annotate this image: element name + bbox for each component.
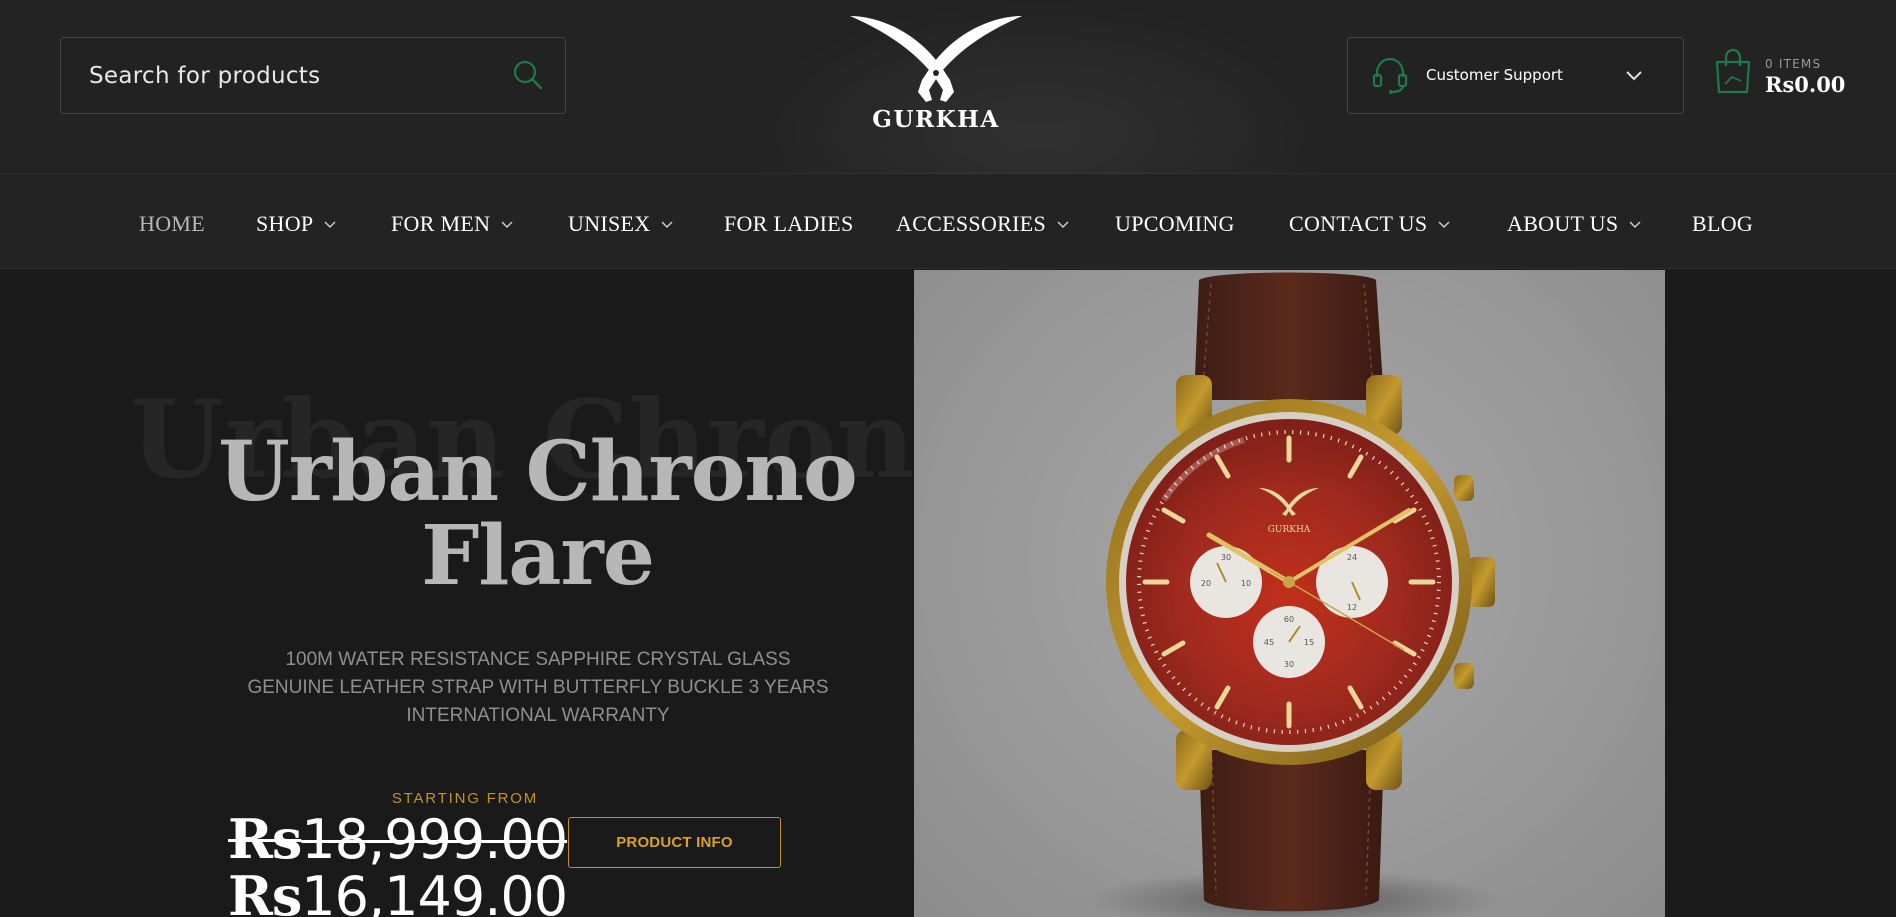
chevron-down-icon [661, 221, 673, 229]
crossed-kukri-icon [850, 16, 1022, 102]
sale-price: Rs16,149.00 [228, 868, 568, 917]
svg-text:30: 30 [1221, 553, 1231, 562]
nav-item-for-men[interactable]: FOR MEN [391, 209, 514, 239]
support-label: Customer Support [1426, 66, 1563, 84]
hero-slider: Urban Chrono Flare Urban Chrono Flare 10… [0, 270, 1896, 917]
svg-text:15: 15 [1304, 638, 1314, 647]
nav-item-accessories[interactable]: ACCESSORIES [896, 209, 1070, 239]
mini-cart[interactable]: 0 ITEMS Rs0.00 [1710, 48, 1890, 103]
headset-icon [1372, 57, 1408, 94]
main-nav: HOME SHOP FOR MEN UNISEX FOR LADIES ACCE… [0, 174, 1896, 269]
nav-item-about-us[interactable]: ABOUT US [1507, 209, 1642, 239]
cart-total: Rs0.00 [1765, 72, 1846, 97]
price-block: STARTING FROM Rs18,999.00 Rs16,149.00 [228, 790, 568, 917]
starting-from-label: STARTING FROM [391, 790, 538, 807]
svg-text:10: 10 [1241, 579, 1251, 588]
product-image[interactable]: GURKHA 30 20 10 24 12 60 45 15 30 [914, 270, 1665, 917]
watch-image: GURKHA 30 20 10 24 12 60 45 15 30 [1084, 272, 1504, 917]
svg-text:12: 12 [1347, 603, 1357, 612]
cart-item-count: 0 ITEMS [1765, 57, 1822, 71]
search-input[interactable] [89, 38, 509, 113]
old-price-amount: 18,999.00 [301, 808, 568, 871]
brand-name: GURKHA [872, 106, 1000, 133]
svg-text:24: 24 [1347, 553, 1357, 562]
nav-item-for-ladies[interactable]: FOR LADIES [724, 209, 854, 239]
chevron-down-icon [324, 221, 336, 229]
nav-item-label: ABOUT US [1507, 211, 1619, 236]
nav-item-label: UPCOMING [1115, 211, 1235, 236]
hero-title: Urban Chrono Flare [180, 430, 895, 598]
nav-item-label: CONTACT US [1289, 211, 1428, 236]
hero-title-line: Urban Chrono [218, 424, 857, 520]
chevron-down-icon [1057, 221, 1069, 229]
currency-symbol: Rs [228, 864, 302, 917]
nav-item-upcoming[interactable]: UPCOMING [1115, 209, 1235, 239]
nav-item-label: ACCESSORIES [896, 211, 1047, 236]
nav-item-blog[interactable]: BLOG [1692, 209, 1753, 239]
nav-item-label: SHOP [256, 211, 314, 236]
brand-logo[interactable]: GURKHA [846, 10, 1026, 135]
nav-item-unisex[interactable]: UNISEX [568, 209, 674, 239]
nav-item-contact-us[interactable]: CONTACT US [1289, 209, 1451, 239]
hero-title-line: Flare [421, 508, 655, 604]
svg-text:GURKHA: GURKHA [1268, 525, 1311, 535]
svg-text:30: 30 [1284, 660, 1294, 669]
search-box[interactable] [60, 37, 566, 114]
svg-text:45: 45 [1264, 638, 1274, 647]
header-bar: GURKHA Customer Support 0 ITEMS Rs0.00 [0, 0, 1896, 270]
svg-text:60: 60 [1284, 615, 1294, 624]
currency-symbol: Rs [228, 807, 302, 871]
nav-item-label: HOME [139, 211, 205, 236]
nav-item-label: FOR LADIES [724, 211, 854, 236]
sale-price-amount: 16,149.00 [301, 865, 568, 917]
nav-item-label: FOR MEN [391, 211, 491, 236]
nav-item-label: UNISEX [568, 211, 651, 236]
nav-item-shop[interactable]: SHOP [256, 209, 337, 239]
chevron-down-icon [1438, 221, 1450, 229]
product-info-button[interactable]: PRODUCT INFO [568, 817, 781, 868]
svg-text:20: 20 [1201, 579, 1211, 588]
chevron-down-icon[interactable] [1625, 68, 1643, 82]
nav-item-home[interactable]: HOME [139, 209, 205, 239]
nav-item-label: BLOG [1692, 211, 1754, 236]
shopping-bag-icon[interactable] [1712, 48, 1754, 96]
hero-description: 100M WATER RESISTANCE SAPPHIRE CRYSTAL G… [247, 649, 829, 726]
search-icon[interactable] [511, 58, 545, 92]
old-price: Rs18,999.00 [228, 811, 568, 868]
chevron-down-icon [501, 221, 513, 229]
chevron-down-icon [1629, 221, 1641, 229]
customer-support-dropdown[interactable]: Customer Support [1347, 37, 1684, 114]
